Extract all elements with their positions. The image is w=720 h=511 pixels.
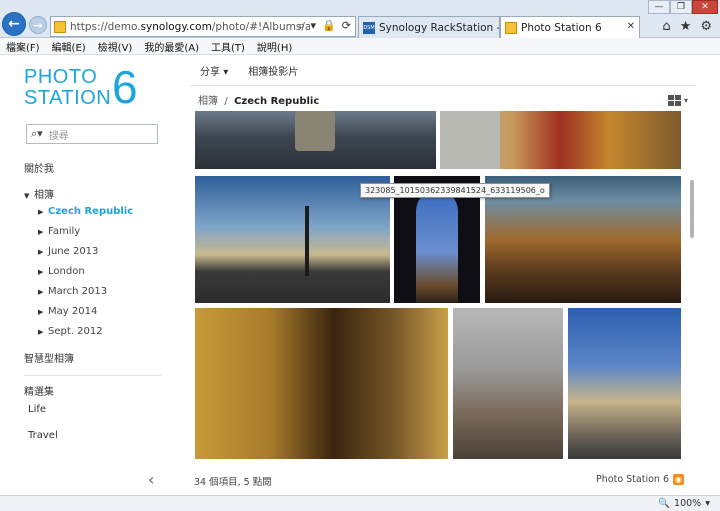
- photo-thumbnail-market[interactable]: [440, 111, 681, 169]
- breadcrumb-current: Czech Republic: [234, 96, 320, 107]
- grid-view-icon: [668, 94, 681, 106]
- dropdown-icon[interactable]: ▾: [311, 19, 317, 33]
- sidebar-item-travel[interactable]: Travel: [28, 430, 58, 441]
- url-text: https://demo.synology.com/photo/#!Albums…: [70, 20, 310, 33]
- photo-station-logo[interactable]: PHOTO STATION 6: [24, 61, 154, 113]
- vertical-scrollbar[interactable]: [690, 180, 694, 238]
- fountain-shape: [295, 111, 335, 151]
- dropdown-icon: ▾: [223, 67, 229, 78]
- search-placeholder: 搜尋: [48, 130, 69, 142]
- footer: 34 個項目, 5 點閱 Photo Station 6 ◉: [190, 472, 696, 488]
- lock-icon[interactable]: 🔒: [322, 19, 336, 33]
- back-arrow-icon: ←: [8, 16, 20, 32]
- address-bar[interactable]: https://demo.synology.com/photo/#!Albums…: [50, 16, 356, 37]
- caret-right-icon: ▶: [38, 288, 44, 296]
- site-favicon-icon: [54, 20, 66, 33]
- tab-label: Photo Station 6: [521, 21, 602, 34]
- refresh-icon[interactable]: ⟳: [342, 19, 351, 33]
- item-count: 34 個項目, 5 點閱: [194, 477, 272, 488]
- address-bar-icons: ⌕ ▾ 🔒 ⟳: [298, 19, 351, 33]
- close-tab-icon[interactable]: ✕: [627, 21, 635, 32]
- restore-button[interactable]: ❐: [670, 0, 692, 14]
- menu-file[interactable]: 檔案(F): [6, 39, 40, 54]
- caret-right-icon: ▶: [38, 328, 44, 336]
- caret-right-icon: ▶: [38, 228, 44, 236]
- menu-help[interactable]: 說明(H): [257, 39, 292, 54]
- toolbar: 分享 ▾ 相簿投影片: [190, 56, 696, 86]
- browser-statusbar: 🔍 100% ▾: [0, 495, 720, 511]
- forward-button[interactable]: →: [29, 16, 47, 34]
- breadcrumb: 相簿 / Czech Republic: [198, 92, 319, 107]
- browser-toolbar-icons: ⌂ ★ ⚙: [662, 19, 712, 34]
- dsm-icon: DSM: [363, 21, 375, 34]
- breadcrumb-separator: /: [224, 96, 228, 107]
- sidebar-item-sept-2012[interactable]: ▶ Sept. 2012: [38, 326, 103, 337]
- sidebar-item-life[interactable]: Life: [28, 404, 46, 415]
- rss-icon[interactable]: ◉: [673, 474, 684, 485]
- zoom-icon: 🔍: [658, 498, 671, 509]
- sidebar-item-london[interactable]: ▶ London: [38, 266, 85, 277]
- sidebar-item-czech-republic[interactable]: ▶ Czech Republic: [38, 206, 133, 217]
- menu-view[interactable]: 檢視(V): [98, 39, 133, 54]
- search-input[interactable]: ⌕▾ 搜尋: [26, 124, 158, 144]
- close-window-button[interactable]: ✕: [692, 0, 718, 14]
- sidebar-item-family[interactable]: ▶ Family: [38, 226, 80, 237]
- forward-arrow-icon: →: [33, 18, 43, 32]
- tab-synology-rackstation[interactable]: DSM Synology RackStation - De...: [358, 16, 500, 38]
- sidebar-item-june-2013[interactable]: ▶ June 2013: [38, 246, 98, 257]
- logo-line1: PHOTO: [24, 66, 98, 88]
- search-icon[interactable]: ⌕: [298, 19, 304, 33]
- tab-label: Synology RackStation - De...: [379, 21, 500, 34]
- sidebar-albums[interactable]: ▼ 相簿: [24, 186, 54, 201]
- menu-bar: 檔案(F) 編輯(E) 檢視(V) 我的最愛(A) 工具(T) 說明(H): [0, 38, 720, 55]
- slideshow-button[interactable]: 相簿投影片: [248, 63, 298, 78]
- menu-tools[interactable]: 工具(T): [211, 39, 245, 54]
- sidebar-albums-label: 相簿: [34, 190, 54, 201]
- back-button[interactable]: ←: [2, 12, 26, 36]
- photo-station-icon: [505, 21, 517, 34]
- caret-down-icon: ▼: [24, 192, 30, 200]
- photo-tooltip: 323085_10150362339841524_633119506_o: [360, 183, 550, 198]
- sidebar-about[interactable]: 關於我: [24, 160, 54, 175]
- sidebar-featured[interactable]: 精選集: [24, 383, 54, 398]
- dropdown-icon: ▾: [705, 498, 710, 509]
- dropdown-icon: ▾: [684, 95, 689, 105]
- photo-thumbnail-fountain-square[interactable]: [195, 111, 436, 169]
- photo-thumbnail-castle-tree[interactable]: [453, 308, 563, 459]
- sidebar-smart-albums[interactable]: 智慧型相簿: [24, 350, 74, 365]
- market-figure: [440, 111, 500, 169]
- caret-right-icon: ▶: [38, 308, 44, 316]
- footer-brand: Photo Station 6 ◉: [596, 474, 684, 485]
- favorites-star-icon[interactable]: ★: [680, 19, 692, 34]
- caret-right-icon: ▶: [38, 248, 44, 256]
- sidebar-divider: [24, 375, 162, 376]
- minimize-button[interactable]: —: [648, 0, 670, 14]
- menu-favorites[interactable]: 我的最愛(A): [144, 39, 199, 54]
- search-icon: ⌕▾: [31, 127, 43, 140]
- sidebar-item-march-2013[interactable]: ▶ March 2013: [38, 286, 107, 297]
- zoom-level: 100%: [674, 498, 702, 509]
- logo-line2: STATION: [24, 87, 112, 109]
- home-icon[interactable]: ⌂: [662, 19, 670, 34]
- photo-thumbnail-palace-fountain[interactable]: [568, 308, 681, 459]
- menu-edit[interactable]: 編輯(E): [52, 39, 86, 54]
- browser-titlebar: ← → https://demo.synology.com/photo/#!Al…: [0, 0, 720, 38]
- window-controls: — ❐ ✕: [648, 0, 718, 14]
- logo-number: 6: [112, 61, 138, 113]
- collapse-sidebar-icon[interactable]: ‹: [148, 470, 154, 489]
- view-mode-button[interactable]: ▾: [668, 94, 696, 106]
- photo-thumbnail-puppet-shop[interactable]: [195, 308, 448, 459]
- tree-trunk: [305, 206, 309, 276]
- sidebar: PHOTO STATION 6 ⌕▾ 搜尋 關於我 ▼ 相簿 ▶ Czech Rep…: [0, 56, 182, 494]
- sidebar-item-may-2014[interactable]: ▶ May 2014: [38, 306, 97, 317]
- settings-gear-icon[interactable]: ⚙: [700, 19, 712, 34]
- arch-window: [416, 190, 458, 303]
- caret-right-icon: ▶: [38, 208, 44, 216]
- share-button[interactable]: 分享 ▾: [200, 63, 228, 78]
- caret-right-icon: ▶: [38, 268, 44, 276]
- breadcrumb-albums[interactable]: 相簿: [198, 96, 218, 107]
- zoom-control[interactable]: 🔍 100% ▾: [658, 498, 710, 509]
- tab-photo-station[interactable]: Photo Station 6 ✕: [500, 16, 640, 38]
